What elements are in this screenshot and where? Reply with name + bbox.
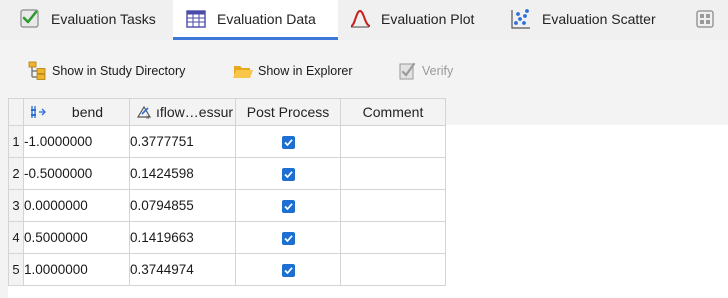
tab-evaluation-plot[interactable]: Evaluation Plot xyxy=(338,0,500,38)
line-plot-icon xyxy=(349,8,371,30)
cell-post-process xyxy=(235,157,341,190)
table-row[interactable]: 1 -1.0000000 0.3777751 xyxy=(8,125,446,158)
table-row[interactable]: 4 0.5000000 0.1419663 xyxy=(8,221,446,254)
show-in-explorer-button[interactable]: Show in Explorer xyxy=(232,60,353,82)
cell-post-process xyxy=(235,125,341,158)
button-label: Show in Explorer xyxy=(258,64,353,78)
checklist-icon xyxy=(19,8,41,30)
cell-comment[interactable] xyxy=(340,157,446,190)
cell-comment[interactable] xyxy=(340,189,446,222)
tab-label: Evaluation Tasks xyxy=(51,11,156,27)
table-row[interactable]: 2 -0.5000000 0.1424598 xyxy=(8,157,446,190)
post-process-checkbox[interactable] xyxy=(281,231,295,245)
cell-flow[interactable]: 0.0794855 xyxy=(129,189,236,222)
cell-bend[interactable]: 1.0000000 xyxy=(23,253,130,286)
cell-flow[interactable]: 0.3777751 xyxy=(129,125,236,158)
post-process-checkbox[interactable] xyxy=(281,199,295,213)
grid-layout-icon xyxy=(694,8,716,30)
table-icon xyxy=(185,8,207,30)
verify-button[interactable]: Verify xyxy=(396,60,453,82)
column-header-comment[interactable]: Comment xyxy=(340,98,446,126)
column-header-label: Post Process xyxy=(246,104,330,120)
cell-bend[interactable]: 0.5000000 xyxy=(23,221,130,254)
tab-bar: Evaluation Tasks Evaluation Data Evaluat… xyxy=(0,0,728,40)
column-header-label: bend xyxy=(71,104,104,120)
corner-cell[interactable] xyxy=(8,98,24,126)
cell-comment[interactable] xyxy=(340,125,446,158)
cell-flow[interactable]: 0.1419663 xyxy=(129,221,236,254)
input-variable-icon xyxy=(30,104,46,120)
post-process-checkbox[interactable] xyxy=(281,167,295,181)
table-header-row: bend x ıflow…essur Post Process Comment xyxy=(8,98,446,126)
cell-flow[interactable]: 0.1424598 xyxy=(129,157,236,190)
column-header-bend[interactable]: bend xyxy=(23,98,130,126)
cell-post-process xyxy=(235,189,341,222)
header-filler xyxy=(445,98,728,125)
row-index[interactable]: 1 xyxy=(8,125,24,158)
svg-text:x: x xyxy=(146,114,150,120)
row-index[interactable]: 3 xyxy=(8,189,24,222)
scatter-plot-icon xyxy=(510,8,532,30)
cell-comment[interactable] xyxy=(340,253,446,286)
tab-label: Evaluation Data xyxy=(217,10,316,27)
evaluation-data-table: bend x ıflow…essur Post Process Comment … xyxy=(8,98,446,286)
column-header-post-process[interactable]: Post Process xyxy=(235,98,341,126)
tab-more[interactable] xyxy=(690,0,720,38)
column-header-label: Comment xyxy=(362,104,424,120)
tab-evaluation-data[interactable]: Evaluation Data xyxy=(173,0,338,40)
verify-icon xyxy=(396,60,418,82)
row-index[interactable]: 5 xyxy=(8,253,24,286)
tab-evaluation-tasks[interactable]: Evaluation Tasks xyxy=(0,0,173,38)
folder-open-icon xyxy=(232,60,254,82)
tab-label: Evaluation Scatter xyxy=(542,11,656,27)
output-variable-icon: x xyxy=(136,104,152,121)
tab-label: Evaluation Plot xyxy=(381,11,475,27)
column-header-flow-pressure[interactable]: x ıflow…essur xyxy=(129,98,236,126)
button-label: Verify xyxy=(422,64,454,78)
cell-comment[interactable] xyxy=(340,221,446,254)
row-index[interactable]: 4 xyxy=(8,221,24,254)
column-header-label: ıflow…essur xyxy=(156,104,234,120)
cell-bend[interactable]: 0.0000000 xyxy=(23,189,130,222)
post-process-checkbox[interactable] xyxy=(281,135,295,149)
table-row[interactable]: 5 1.0000000 0.3744974 xyxy=(8,253,446,286)
cell-flow[interactable]: 0.3744974 xyxy=(129,253,236,286)
post-process-checkbox[interactable] xyxy=(281,263,295,277)
data-grid-area: bend x ıflow…essur Post Process Comment … xyxy=(8,98,728,298)
row-index[interactable]: 2 xyxy=(8,157,24,190)
show-in-study-directory-button[interactable]: Show in Study Directory xyxy=(26,60,185,82)
tab-evaluation-scatter[interactable]: Evaluation Scatter xyxy=(500,0,680,38)
cell-post-process xyxy=(235,253,341,286)
toolbar: Show in Study Directory Show in Explorer… xyxy=(8,43,728,98)
study-tree-icon xyxy=(26,60,48,82)
cell-bend[interactable]: -1.0000000 xyxy=(23,125,130,158)
table-row[interactable]: 3 0.0000000 0.0794855 xyxy=(8,189,446,222)
button-label: Show in Study Directory xyxy=(52,64,186,78)
cell-post-process xyxy=(235,221,341,254)
cell-bend[interactable]: -0.5000000 xyxy=(23,157,130,190)
evaluation-data-panel: Show in Study Directory Show in Explorer… xyxy=(8,43,728,298)
